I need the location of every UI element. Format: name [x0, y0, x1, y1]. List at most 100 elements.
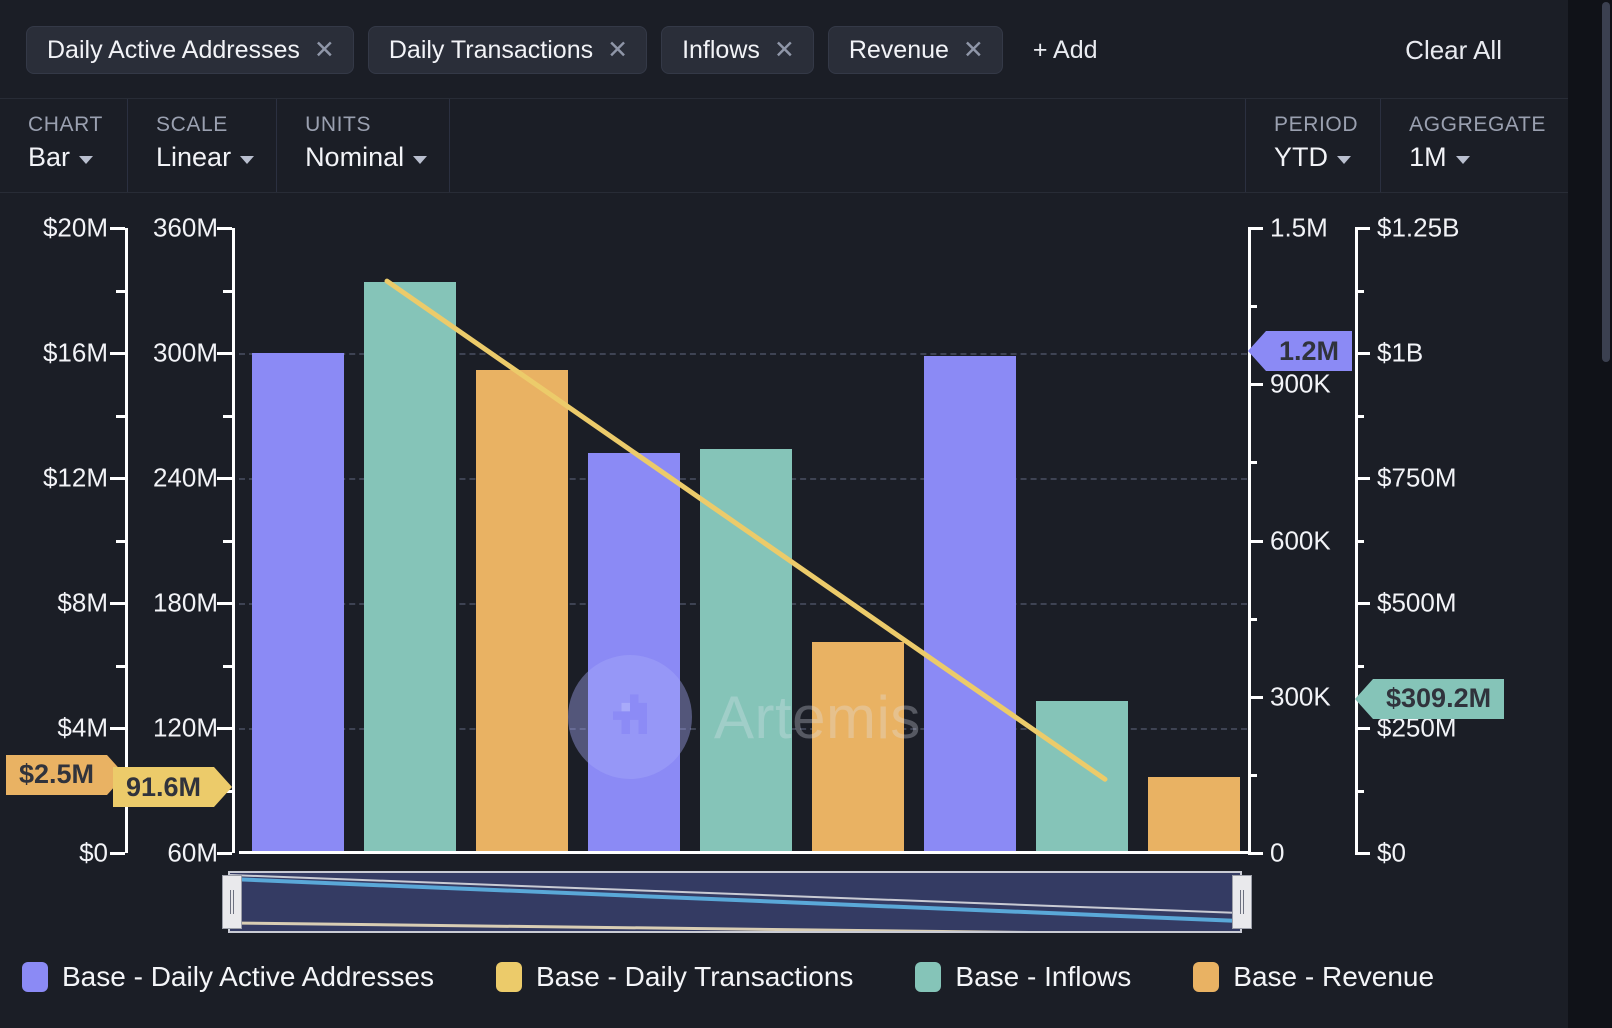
axis-minor-tick [1248, 461, 1257, 464]
axis-tick-label: 180M [153, 588, 218, 619]
axis-value-marker-left_1: $2.5M [6, 755, 125, 795]
axis-tick [1248, 383, 1263, 386]
axis-tick-label: 300M [153, 338, 218, 369]
axis-tick [1355, 727, 1370, 730]
close-icon[interactable]: ✕ [963, 38, 984, 63]
brush-handle-left[interactable] [222, 875, 242, 929]
axis-tick [217, 477, 232, 480]
controls-spacer [450, 99, 1246, 192]
axis-tick-label: 300K [1270, 681, 1331, 712]
control-label: PERIOD [1274, 113, 1358, 137]
metric-chip-bar: Daily Active Addresses ✕ Daily Transacti… [0, 6, 1568, 94]
axis-tick [110, 352, 125, 355]
control-chart-type[interactable]: CHART Bar [0, 99, 128, 192]
axis-minor-tick [1355, 415, 1364, 418]
chevron-down-icon[interactable] [413, 156, 427, 164]
legend-item-daily-active-addresses[interactable]: Base - Daily Active Addresses [22, 961, 434, 993]
chevron-down-icon[interactable] [1456, 156, 1470, 164]
axis-tick [1248, 227, 1263, 230]
axis-tick-label: 900K [1270, 369, 1331, 400]
control-label: SCALE [156, 113, 254, 137]
axis-minor-tick [223, 290, 232, 293]
chart-canvas: $20M$16M$12M$8M$4M$0 360M300M240M180M120… [0, 200, 1568, 900]
metric-chip-revenue[interactable]: Revenue ✕ [828, 26, 1003, 74]
close-icon[interactable]: ✕ [314, 38, 335, 63]
metric-chip-label: Revenue [849, 36, 949, 65]
axis-value-marker-right_1: 1.2M [1248, 331, 1352, 371]
chart-controls-bar: CHART Bar SCALE Linear UNITS Nominal PER… [0, 98, 1568, 193]
axis-tick-label: $4M [57, 713, 108, 744]
control-units[interactable]: UNITS Nominal [277, 99, 450, 192]
range-brush[interactable] [228, 871, 1242, 933]
axis-tick-label: $750M [1377, 463, 1457, 494]
axis-tick-label: 1.5M [1270, 213, 1328, 244]
axis-minor-tick [1248, 305, 1257, 308]
axis-left-transactions: 360M300M240M180M120M60M [140, 228, 240, 853]
add-metric-button[interactable]: + Add [1017, 36, 1114, 65]
control-label: AGGREGATE [1409, 113, 1546, 137]
axis-value-marker-pointer [1248, 331, 1266, 371]
metric-chip-daily-active-addresses[interactable]: Daily Active Addresses ✕ [26, 26, 354, 74]
metric-chip-inflows[interactable]: Inflows ✕ [661, 26, 814, 74]
axis-tick-label: 360M [153, 213, 218, 244]
legend-label: Base - Inflows [955, 961, 1131, 993]
clear-all-button[interactable]: Clear All [1405, 35, 1542, 66]
axis-tick [217, 727, 232, 730]
axis-value-marker-label: $2.5M [6, 755, 107, 795]
chevron-down-icon[interactable] [1337, 156, 1351, 164]
control-value: Bar [28, 142, 70, 173]
chevron-down-icon[interactable] [240, 156, 254, 164]
axis-tick-label: $0 [1377, 838, 1406, 869]
control-period[interactable]: PERIOD YTD [1246, 99, 1381, 192]
app-root: Daily Active Addresses ✕ Daily Transacti… [0, 0, 1612, 1028]
axis-tick [110, 727, 125, 730]
chart-page: Daily Active Addresses ✕ Daily Transacti… [0, 0, 1568, 1028]
axis-tick-label: 600K [1270, 525, 1331, 556]
axis-spine [125, 228, 128, 853]
axis-tick [1248, 852, 1263, 855]
control-scale[interactable]: SCALE Linear [128, 99, 277, 192]
legend-item-inflows[interactable]: Base - Inflows [915, 961, 1131, 993]
control-value: Linear [156, 142, 231, 173]
legend-label: Base - Daily Transactions [536, 961, 853, 993]
axis-minor-tick [223, 415, 232, 418]
control-aggregate[interactable]: AGGREGATE 1M [1381, 99, 1568, 192]
axis-minor-tick [116, 415, 125, 418]
legend-item-revenue[interactable]: Base - Revenue [1193, 961, 1434, 993]
axis-minor-tick [223, 540, 232, 543]
axis-tick-label: 0 [1270, 838, 1284, 869]
legend-label: Base - Revenue [1233, 961, 1434, 993]
axis-tick [1355, 227, 1370, 230]
x-axis-baseline [239, 851, 1249, 854]
legend-swatch-icon [496, 962, 522, 992]
axis-value-marker-pointer [1355, 679, 1373, 719]
axis-tick [1355, 352, 1370, 355]
axis-tick-label: $500M [1377, 588, 1457, 619]
close-icon[interactable]: ✕ [607, 38, 628, 63]
page-scrollbar[interactable] [1568, 0, 1612, 1028]
axis-tick [217, 852, 232, 855]
control-value: 1M [1409, 142, 1447, 173]
axis-minor-tick [1355, 790, 1364, 793]
axis-tick [110, 602, 125, 605]
axis-value-marker-label: $309.2M [1373, 679, 1504, 719]
axis-tick [1355, 852, 1370, 855]
plot-area [239, 228, 1247, 853]
legend-item-daily-transactions[interactable]: Base - Daily Transactions [496, 961, 853, 993]
axis-value-marker-label: 1.2M [1266, 331, 1352, 371]
axis-minor-tick [116, 665, 125, 668]
axis-right-addresses: 1.5M900K600K300K0 [1248, 228, 1348, 853]
legend-swatch-icon [22, 962, 48, 992]
chevron-down-icon[interactable] [79, 156, 93, 164]
control-label: CHART [28, 113, 105, 137]
axis-tick [1248, 540, 1263, 543]
axis-tick-label: 120M [153, 713, 218, 744]
close-icon[interactable]: ✕ [774, 38, 795, 63]
axis-minor-tick [223, 665, 232, 668]
axis-tick [1248, 696, 1263, 699]
axis-tick-label: $12M [43, 463, 108, 494]
axis-right-inflows: $1.25B$1B$750M$500M$250M$0 [1355, 228, 1535, 853]
brush-handle-right[interactable] [1232, 875, 1252, 929]
scrollbar-thumb[interactable] [1602, 2, 1610, 362]
metric-chip-daily-transactions[interactable]: Daily Transactions ✕ [368, 26, 647, 74]
